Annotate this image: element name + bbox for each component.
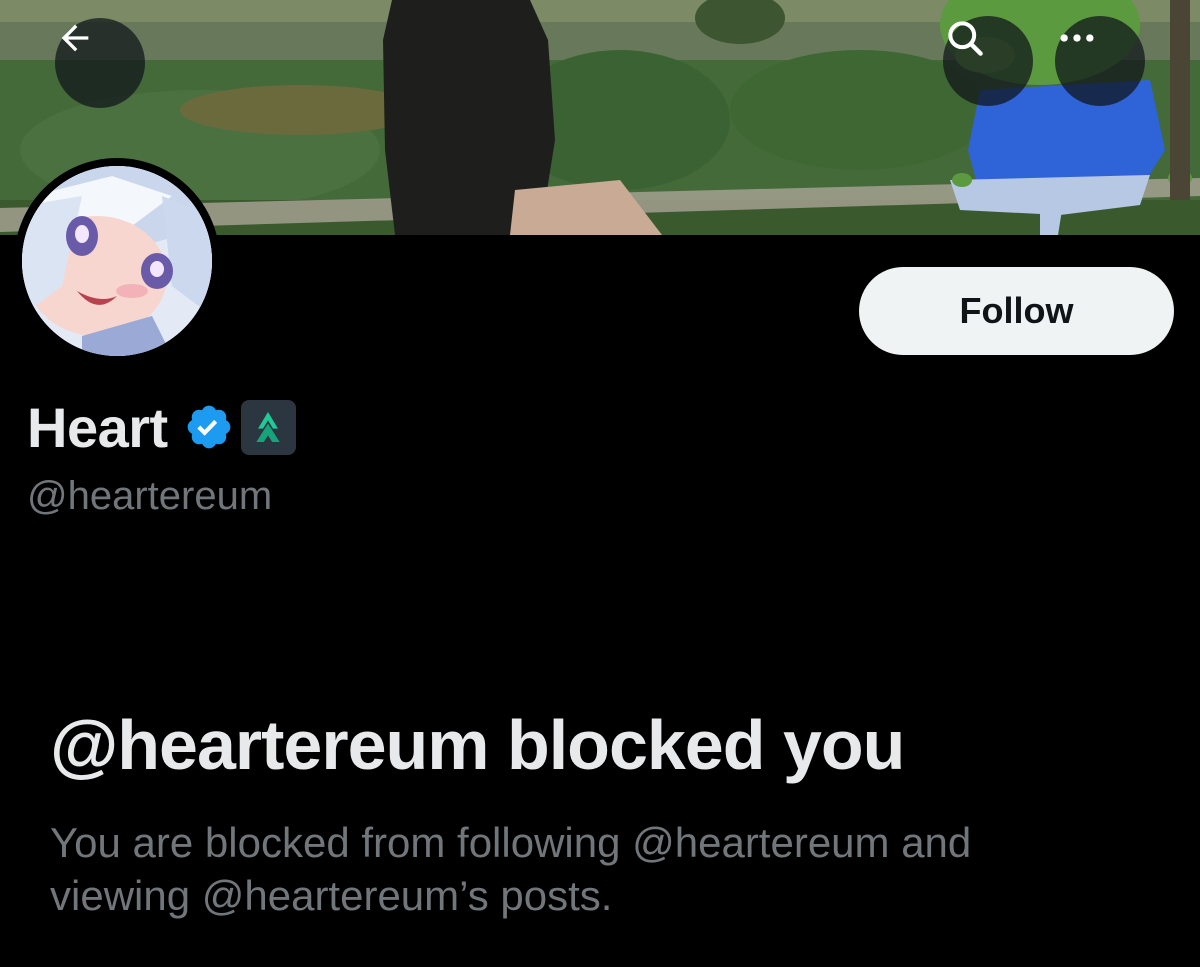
verified-badge-icon[interactable] bbox=[184, 402, 234, 452]
arrow-left-icon bbox=[61, 24, 89, 52]
blocked-description: You are blocked from following @heartere… bbox=[50, 819, 972, 919]
display-name: Heart bbox=[27, 395, 168, 459]
profile-handle: @heartereum bbox=[27, 474, 273, 518]
avatar-image bbox=[22, 166, 212, 356]
more-horizontal-icon bbox=[1060, 34, 1094, 42]
profile-name-row: Heart bbox=[27, 392, 296, 462]
avatar-container[interactable] bbox=[14, 158, 220, 364]
follow-button[interactable]: Follow bbox=[859, 267, 1174, 355]
search-button[interactable] bbox=[943, 16, 1033, 106]
back-button[interactable] bbox=[55, 18, 145, 108]
avatar bbox=[22, 166, 212, 356]
more-options-button[interactable] bbox=[1055, 16, 1145, 106]
affiliation-badge-icon bbox=[256, 412, 280, 442]
search-icon bbox=[948, 21, 983, 56]
affiliation-badge[interactable] bbox=[240, 399, 296, 455]
blocked-title: @heartereum blocked you bbox=[50, 706, 905, 784]
